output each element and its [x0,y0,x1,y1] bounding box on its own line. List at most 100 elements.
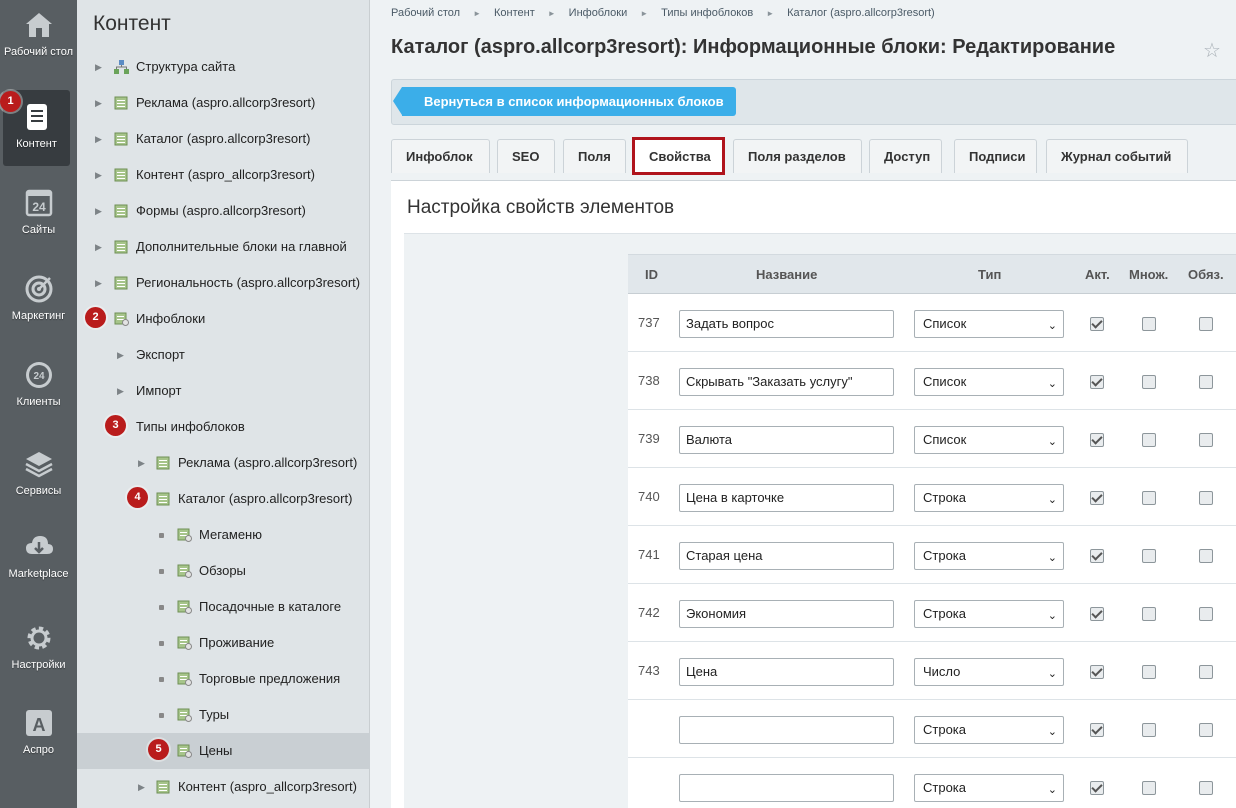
rail-item-sites[interactable]: 24 Сайты [0,188,77,237]
tree-node[interactable]: ▶ Региональность (aspro.allcorp3resort) [77,265,370,301]
property-name-input[interactable] [679,774,894,802]
property-name-input[interactable]: Экономия [679,600,894,628]
star-icon[interactable]: ☆ [1203,38,1221,63]
breadcrumb-item[interactable]: Каталог (aspro.allcorp3resort) [787,7,935,19]
tree-node[interactable]: ▶ Каталог (aspro.allcorp3resort) [77,121,370,157]
rail-item-desktop[interactable]: Рабочий стол [0,10,77,59]
tree-node[interactable]: Обзоры [77,553,370,589]
expand-arrow-icon[interactable]: ▶ [117,373,124,409]
tab-section-fields[interactable]: Поля разделов [733,139,862,173]
required-checkbox[interactable] [1199,665,1213,679]
breadcrumb-item[interactable]: Инфоблоки [569,7,628,19]
expand-arrow-icon[interactable]: ▶ [95,193,102,229]
multiple-checkbox[interactable] [1142,491,1156,505]
expand-arrow-icon[interactable]: ▶ [95,157,102,193]
required-checkbox[interactable] [1199,433,1213,447]
rail-item-services[interactable]: Сервисы [0,449,77,498]
active-checkbox[interactable] [1090,491,1104,505]
expand-arrow-icon[interactable]: ▶ [95,229,102,265]
tree-node[interactable]: ▶ Реклама (aspro.allcorp3resort) [77,85,370,121]
property-name-input[interactable]: Цена [679,658,894,686]
property-name-input[interactable]: Валюта [679,426,894,454]
multiple-checkbox[interactable] [1142,723,1156,737]
tree-node[interactable]: Инфоблоки [77,301,370,337]
expand-arrow-icon[interactable]: ▶ [95,49,102,85]
property-type-select[interactable]: Строка ⌄ [914,716,1064,744]
property-type-select[interactable]: Строка ⌄ [914,484,1064,512]
breadcrumb-item[interactable]: Типы инфоблоков [661,7,753,19]
required-checkbox[interactable] [1199,317,1213,331]
property-type-select[interactable]: Список ⌄ [914,368,1064,396]
tree-node-label: Проживание [199,635,275,650]
expand-arrow-icon[interactable]: ▶ [138,769,145,805]
tab-infoblock[interactable]: Инфоблок [391,139,490,173]
breadcrumb-item[interactable]: Рабочий стол [391,7,460,19]
multiple-checkbox[interactable] [1142,375,1156,389]
tree-node[interactable]: ▶ Формы (aspro.allcorp3resort) [77,193,370,229]
multiple-checkbox[interactable] [1142,665,1156,679]
multiple-checkbox[interactable] [1142,781,1156,795]
tab-fields[interactable]: Поля [563,139,626,173]
tree-node[interactable]: Мегаменю [77,517,370,553]
tree-node[interactable]: ▶ Импорт [77,373,370,409]
required-checkbox[interactable] [1199,375,1213,389]
tree-node[interactable]: Цены [77,733,370,769]
multiple-checkbox[interactable] [1142,549,1156,563]
tab-seo[interactable]: SEO [497,139,555,173]
property-type-select[interactable]: Строка ⌄ [914,600,1064,628]
active-checkbox[interactable] [1090,665,1104,679]
rail-item-settings[interactable]: Настройки [0,623,77,672]
tree-node[interactable]: Проживание [77,625,370,661]
tree-node[interactable]: Посадочные в каталоге [77,589,370,625]
breadcrumb-item[interactable]: Контент [494,7,535,19]
rail-item-clients[interactable]: 24 Клиенты [0,360,77,409]
tree-node[interactable]: ▶ Структура сайта [77,49,370,85]
active-checkbox[interactable] [1090,375,1104,389]
tree-node[interactable]: ▶ Реклама (aspro.allcorp3resort) [77,445,370,481]
tree-node[interactable]: ▶ Контент (aspro_allcorp3resort) [77,769,370,805]
property-type-select[interactable]: Число ⌄ [914,658,1064,686]
required-checkbox[interactable] [1199,723,1213,737]
tree-node[interactable]: Туры [77,697,370,733]
tree-node[interactable]: ▶ Дополнительные блоки на главной [77,229,370,265]
expand-arrow-icon[interactable]: ▶ [95,265,102,301]
property-type-select[interactable]: Строка ⌄ [914,774,1064,802]
tab-properties[interactable]: Свойства [632,137,725,175]
active-checkbox[interactable] [1090,317,1104,331]
active-checkbox[interactable] [1090,549,1104,563]
rail-item-marketing[interactable]: Маркетинг [0,274,77,323]
property-type-select[interactable]: Список ⌄ [914,426,1064,454]
tab-event-log[interactable]: Журнал событий [1046,139,1188,173]
expand-arrow-icon[interactable]: ▶ [95,121,102,157]
multiple-checkbox[interactable] [1142,607,1156,621]
tree-node[interactable]: Торговые предложения [77,661,370,697]
expand-arrow-icon[interactable]: ▶ [138,445,145,481]
tree-node[interactable]: ▶ Экспорт [77,337,370,373]
required-checkbox[interactable] [1199,781,1213,795]
rail-item-aspro[interactable]: A Аспро [0,708,77,757]
rail-item-marketplace[interactable]: Marketplace [0,532,77,581]
tree-node[interactable]: ▶ Контент (aspro_allcorp3resort) [77,157,370,193]
required-checkbox[interactable] [1199,549,1213,563]
property-type-select[interactable]: Строка ⌄ [914,542,1064,570]
active-checkbox[interactable] [1090,781,1104,795]
multiple-checkbox[interactable] [1142,317,1156,331]
property-name-input[interactable]: Старая цена [679,542,894,570]
property-name-input[interactable] [679,716,894,744]
multiple-checkbox[interactable] [1142,433,1156,447]
tree-node[interactable]: Каталог (aspro.allcorp3resort) [77,481,370,517]
expand-arrow-icon[interactable]: ▶ [95,85,102,121]
active-checkbox[interactable] [1090,723,1104,737]
tab-captions[interactable]: Подписи [954,139,1037,173]
active-checkbox[interactable] [1090,433,1104,447]
required-checkbox[interactable] [1199,607,1213,621]
required-checkbox[interactable] [1199,491,1213,505]
property-type-select[interactable]: Список ⌄ [914,310,1064,338]
property-name-input[interactable]: Скрывать "Заказать услугу" [679,368,894,396]
expand-arrow-icon[interactable]: ▶ [117,337,124,373]
property-name-input[interactable]: Цена в карточке [679,484,894,512]
tab-access[interactable]: Доступ [869,139,942,173]
back-to-list-button[interactable]: Вернуться в список информационных блоков [393,87,736,116]
property-name-input[interactable]: Задать вопрос [679,310,894,338]
active-checkbox[interactable] [1090,607,1104,621]
